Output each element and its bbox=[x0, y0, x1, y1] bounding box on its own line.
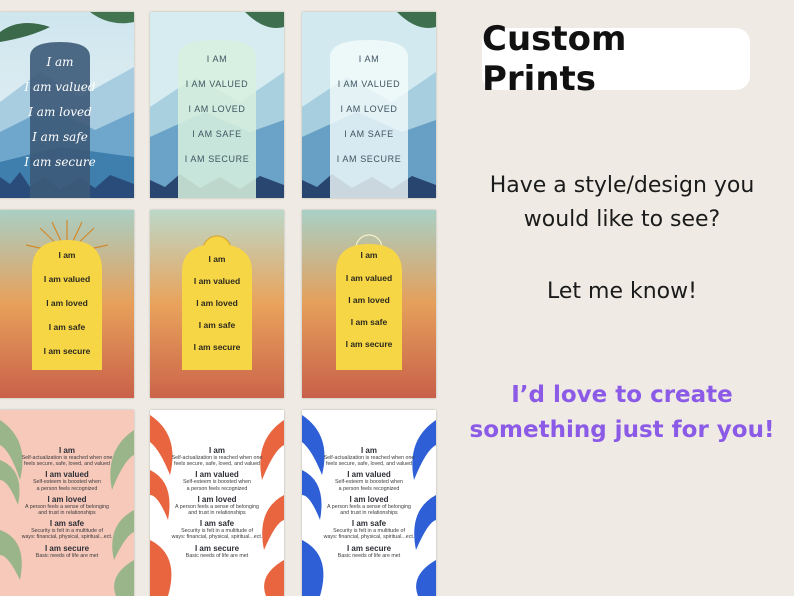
affirmation-i-am: I am bbox=[58, 250, 76, 260]
affirmation-valued: I AM VALUED bbox=[337, 79, 401, 89]
affirmation-i-am: I am bbox=[46, 55, 74, 69]
affirmation-secure: I am secure bbox=[193, 342, 241, 352]
print-mountain-white[interactable]: I AM I AM VALUED I AM LOVED I AM SAFE I … bbox=[302, 12, 436, 198]
affirmation-desc: feels secure, safe, loved, and valued bbox=[174, 461, 260, 468]
print-sunset-1[interactable]: I am I am valued I am loved I am safe I … bbox=[0, 210, 134, 398]
affirmation-valued: I AM VALUED bbox=[185, 79, 249, 89]
affirmation-loved: I AM LOVED bbox=[188, 104, 246, 114]
affirmation-secure: I am secure bbox=[24, 155, 96, 169]
affirmation-desc: Basic needs of life are met bbox=[185, 552, 249, 559]
affirmation-i-am: I am bbox=[208, 254, 226, 264]
affirmation-secure: I am secure bbox=[43, 346, 91, 356]
affirmation-loved: I AM LOVED bbox=[340, 104, 398, 114]
affirmation-desc: feels secure, safe, loved, and valued bbox=[326, 461, 412, 468]
affirmation-loved-title: I am loved bbox=[197, 494, 237, 504]
affirmation-safe: I am safe bbox=[48, 322, 86, 332]
affirmation-i-am-title: I am bbox=[360, 446, 377, 455]
body-line-2: would like to see? bbox=[523, 207, 721, 232]
print-leaf-blue[interactable]: I am Self-actualization is reached when … bbox=[302, 410, 436, 596]
affirmation-safe: I AM SAFE bbox=[192, 129, 242, 139]
affirmation-desc: and trust in relationships bbox=[188, 510, 246, 517]
print-leaf-coral[interactable]: I am Self-actualization is reached when … bbox=[150, 410, 284, 596]
affirmation-loved: I am loved bbox=[348, 295, 390, 305]
print-sunset-2[interactable]: I am I am valued I am loved I am safe I … bbox=[150, 210, 284, 398]
cta-line-2: something just for you! bbox=[469, 417, 775, 443]
affirmation-valued: I am valued bbox=[43, 274, 91, 284]
affirmation-safe: I am safe bbox=[350, 317, 388, 327]
affirmation-desc: ways: financial, physical, spiritual...e… bbox=[21, 534, 113, 541]
affirmation-i-am: I AM bbox=[358, 54, 380, 64]
affirmation-secure-title: I am secure bbox=[44, 543, 90, 553]
affirmation-safe-title: I am safe bbox=[351, 519, 387, 529]
affirmation-loved: I am loved bbox=[46, 298, 88, 308]
body-line-3: Let me know! bbox=[547, 279, 697, 304]
affirmation-secure: I am secure bbox=[345, 339, 393, 349]
print-grid: I am I am valued I am loved I am safe I … bbox=[0, 0, 440, 596]
affirmation-i-am-title: I am bbox=[58, 446, 75, 455]
affirmation-desc: ways: financial, physical, spiritual...e… bbox=[323, 534, 415, 541]
affirmation-desc: and trust in relationships bbox=[340, 510, 398, 517]
affirmation-desc: Basic needs of life are met bbox=[337, 552, 401, 559]
affirmation-safe: I am safe bbox=[198, 320, 236, 330]
affirmation-valued-title: I am valued bbox=[347, 470, 391, 480]
affirmation-valued: I am valued bbox=[345, 273, 393, 283]
affirmation-safe: I am safe bbox=[32, 130, 88, 144]
affirmation-secure: I AM SECURE bbox=[184, 154, 250, 164]
affirmation-desc: a person feels recognized bbox=[338, 485, 400, 492]
affirmation-secure-title: I am secure bbox=[346, 543, 392, 553]
print-leaf-sage[interactable]: I am Self-actualization is reached when … bbox=[0, 410, 134, 596]
affirmation-i-am: I am bbox=[360, 250, 378, 260]
cta-line-1: I’d love to create bbox=[511, 382, 733, 408]
affirmation-safe: I AM SAFE bbox=[344, 129, 394, 139]
affirmation-desc: feels secure, safe, loved, and valued bbox=[24, 461, 110, 468]
affirmation-loved: I am loved bbox=[28, 105, 92, 119]
affirmation-loved: I am loved bbox=[196, 298, 238, 308]
promo-panel: Custom Prints Have a style/design you wo… bbox=[450, 0, 794, 596]
print-mountain-script[interactable]: I am I am valued I am loved I am safe I … bbox=[0, 12, 134, 198]
affirmation-i-am-title: I am bbox=[208, 446, 225, 455]
affirmation-loved-title: I am loved bbox=[349, 494, 389, 504]
print-sunset-3[interactable]: I am I am valued I am loved I am safe I … bbox=[302, 210, 436, 398]
affirmation-i-am: I AM bbox=[206, 54, 228, 64]
print-mountain-mint[interactable]: I AM I AM VALUED I AM LOVED I AM SAFE I … bbox=[150, 12, 284, 198]
affirmation-loved-title: I am loved bbox=[47, 494, 87, 504]
affirmation-valued: I am valued bbox=[24, 80, 96, 94]
affirmation-desc: ways: financial, physical, spiritual...e… bbox=[171, 534, 263, 541]
affirmation-secure: I AM SECURE bbox=[336, 154, 402, 164]
affirmation-safe-title: I am safe bbox=[49, 519, 85, 529]
affirmation-safe-title: I am safe bbox=[199, 519, 235, 529]
headline-badge: Custom Prints bbox=[482, 19, 750, 99]
affirmation-valued-title: I am valued bbox=[195, 470, 239, 480]
affirmation-valued: I am valued bbox=[193, 276, 241, 286]
affirmation-desc: a person feels recognized bbox=[36, 485, 98, 492]
affirmation-desc: a person feels recognized bbox=[186, 485, 248, 492]
body-line-1: Have a style/design you bbox=[489, 173, 755, 198]
affirmation-desc: and trust in relationships bbox=[38, 510, 96, 517]
affirmation-desc: Basic needs of life are met bbox=[35, 552, 99, 559]
affirmation-secure-title: I am secure bbox=[194, 543, 240, 553]
affirmation-valued-title: I am valued bbox=[45, 470, 89, 480]
